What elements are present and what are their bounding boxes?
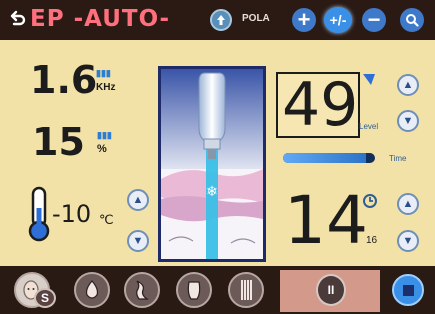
time-minutes: 14 <box>284 182 368 259</box>
device-screen: EP -AUTO- POLA + +/- − 1.6 ▮▮▮ KHz 15 ▮▮… <box>0 0 435 314</box>
level-label: Level <box>359 122 379 131</box>
pause-icon: II <box>327 283 335 297</box>
signal-icon: ▮▮▮ <box>97 130 112 140</box>
plus-minus-icon: +/- <box>329 12 347 28</box>
intensity-unit: % <box>97 143 107 155</box>
level-up-button[interactable]: ▲ <box>397 74 419 96</box>
mode-title: EP -AUTO- <box>30 6 171 32</box>
search-icon <box>406 14 419 27</box>
body-area-3-button[interactable] <box>176 272 212 308</box>
body-area-2-icon <box>136 280 149 300</box>
time-down-button[interactable]: ▼ <box>397 230 419 252</box>
top-bar: EP -AUTO- POLA + +/- − <box>0 0 435 40</box>
s-mode-label: S <box>40 291 49 305</box>
search-button[interactable] <box>400 8 424 32</box>
legs-button[interactable] <box>228 272 264 308</box>
body-area-2-button[interactable] <box>124 272 160 308</box>
probe-skin-diagram: ❄ <box>161 69 263 259</box>
time-label: Time <box>389 154 407 163</box>
body-area-1-button[interactable] <box>74 272 110 308</box>
time-up-button[interactable]: ▲ <box>397 193 419 215</box>
s-mode-button[interactable]: S <box>34 288 56 308</box>
minus-icon: − <box>367 7 381 32</box>
treatment-illustration: ❄ <box>158 66 266 262</box>
temperature-value: -10 <box>52 200 92 228</box>
frequency-value: 1.6 <box>30 58 98 102</box>
stop-button[interactable] <box>392 274 424 306</box>
time-progress-bar <box>283 153 375 163</box>
body-area-1-icon <box>85 280 99 299</box>
plus-icon: + <box>297 7 311 32</box>
frequency-unit: KHz <box>96 82 116 93</box>
time-progress-fill <box>283 153 366 163</box>
up-arrow-icon: ▲ <box>402 79 414 91</box>
up-arrow-icon: ▲ <box>402 198 414 210</box>
temperature-unit: ℃ <box>99 212 114 227</box>
up-arrow-icon: ▲ <box>132 194 144 206</box>
level-down-button[interactable]: ▼ <box>397 110 419 132</box>
intensity-value: 15 <box>32 120 85 164</box>
temperature-down-button[interactable]: ▼ <box>127 230 149 252</box>
pause-button[interactable]: II <box>316 274 346 306</box>
plus-minus-button[interactable]: +/- <box>324 7 352 33</box>
temperature-up-button[interactable]: ▲ <box>127 189 149 211</box>
minus-button[interactable]: − <box>362 7 386 32</box>
plus-button[interactable]: + <box>292 7 316 32</box>
thermometer-icon <box>28 186 50 242</box>
body-area-3-icon <box>187 281 201 300</box>
svg-text:❄: ❄ <box>206 184 218 200</box>
down-arrow-icon: ▼ <box>402 115 414 127</box>
down-arrow-icon: ▼ <box>402 235 414 247</box>
clock-icon <box>363 194 377 208</box>
signal-icon: ▮▮▮ <box>96 68 111 78</box>
polarity-up-icon[interactable] <box>210 9 232 31</box>
stop-icon <box>402 284 414 296</box>
signal-icon <box>363 74 375 85</box>
legs-icon <box>241 280 252 300</box>
down-arrow-icon: ▼ <box>132 235 144 247</box>
level-value: 49 <box>282 70 359 140</box>
polarity-label: POLA <box>242 13 270 24</box>
back-arrow-icon[interactable] <box>6 8 28 30</box>
time-seconds: 16 <box>366 235 378 246</box>
